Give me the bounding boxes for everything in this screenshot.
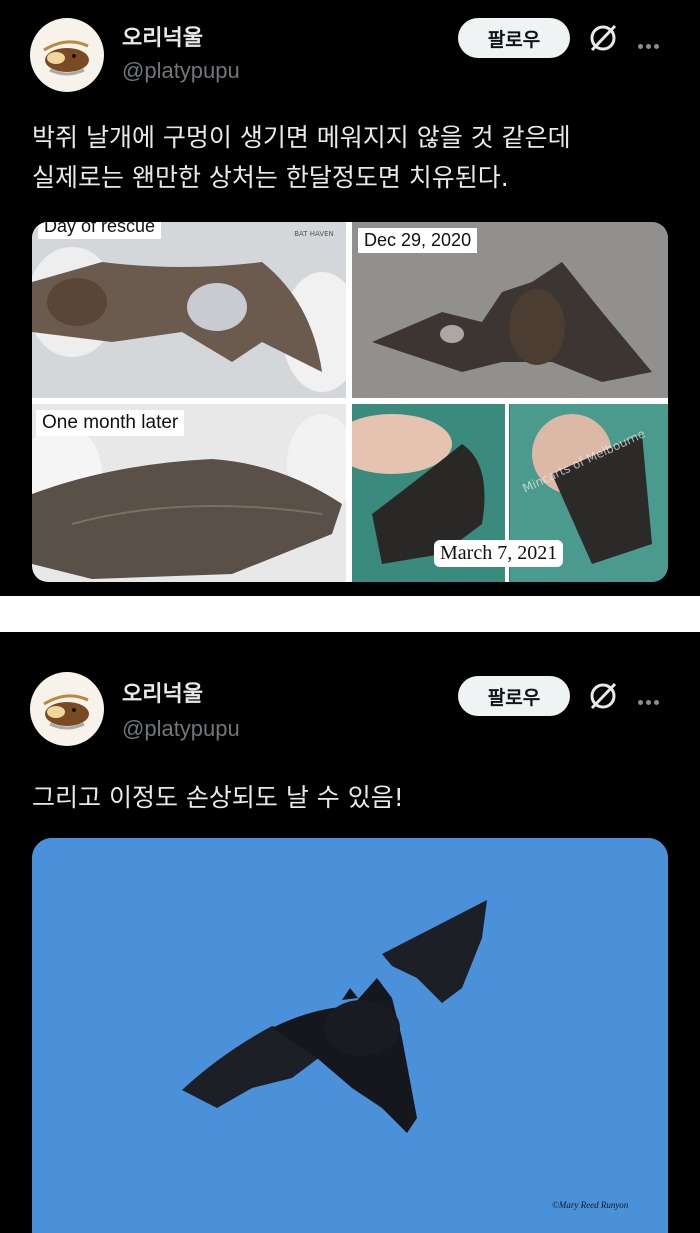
more-icon[interactable] — [638, 690, 666, 705]
media-flying-bat[interactable]: ©Mary Reed Runyon — [32, 838, 668, 1233]
photo-march-7[interactable]: Mincarts of Melbourne March 7, 2021 — [352, 404, 668, 582]
photo-day-of-rescue[interactable]: Day of rescue BAT HAVEN — [32, 222, 346, 398]
platypus-avatar-icon — [43, 40, 89, 76]
photo-one-month-later[interactable]: One month later — [32, 404, 346, 582]
grok-icon[interactable] — [587, 22, 619, 54]
author-handle[interactable]: @platypupu — [122, 58, 240, 84]
platypus-avatar-icon — [43, 694, 89, 730]
author-name[interactable]: 오리넉울 — [122, 20, 203, 52]
follow-button[interactable]: 팔로우 — [458, 676, 570, 716]
post-1: 오리넉울 @platypupu 팔로우 박쥐 날개에 구멍이 생기면 메워지지 … — [0, 0, 700, 596]
avatar[interactable] — [30, 672, 104, 746]
post-text: 박쥐 날개에 구멍이 생기면 메워지지 않을 것 같은데 실제로는 왠만한 상처… — [32, 118, 672, 198]
author-handle[interactable]: @platypupu — [122, 716, 240, 742]
post-2: 오리넉울 @platypupu 팔로우 그리고 이정도 손상되도 날 수 있음!… — [0, 632, 700, 1233]
post-text: 그리고 이정도 손상되도 날 수 있음! — [32, 778, 672, 818]
photo-dec-29[interactable]: Dec 29, 2020 — [352, 222, 668, 398]
caption-march-7-2021: March 7, 2021 — [434, 540, 564, 567]
post-text-line: 그리고 이정도 손상되도 날 수 있음! — [32, 783, 404, 812]
post-text-line: 박쥐 날개에 구멍이 생기면 메워지지 않을 것 같은데 — [32, 123, 571, 152]
caption-day-of-rescue: Day of rescue — [38, 222, 162, 239]
more-icon[interactable] — [638, 34, 666, 49]
grok-icon[interactable] — [587, 680, 619, 712]
caption-one-month-later: One month later — [36, 410, 185, 436]
flying-bat-image — [32, 838, 668, 1233]
follow-button[interactable]: 팔로우 — [458, 18, 570, 58]
author-name[interactable]: 오리넉울 — [122, 676, 203, 708]
media-grid[interactable]: Day of rescue BAT HAVEN One month later — [32, 222, 668, 582]
caption-dec-29-2020: Dec 29, 2020 — [358, 228, 478, 253]
post-text-line: 실제로는 왠만한 상처는 한달정도면 치유된다. — [32, 163, 509, 192]
photo-credit: ©Mary Reed Runyon — [552, 1200, 629, 1210]
bat-wing-damaged-image — [32, 222, 346, 398]
grid-divider — [32, 398, 668, 404]
avatar[interactable] — [30, 18, 104, 92]
bat-haven-watermark: BAT HAVEN — [294, 230, 334, 238]
